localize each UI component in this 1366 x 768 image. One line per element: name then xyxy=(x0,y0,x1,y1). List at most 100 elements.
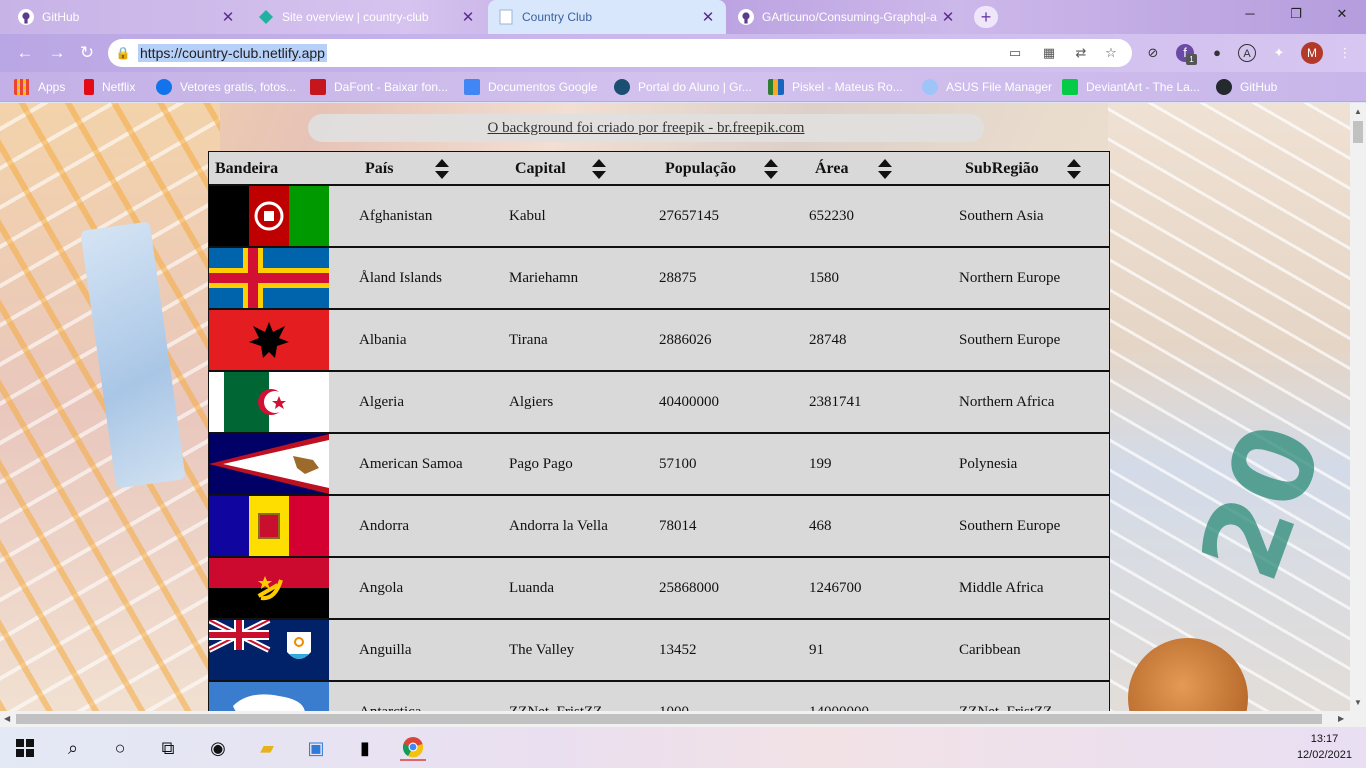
table-row: Angola Luanda 25868000 1246700 Middle Africa xyxy=(209,558,1109,620)
freepik-icon xyxy=(156,79,172,95)
tab-garticuno-repo[interactable]: GArticuno/Consuming-Graphql-a ✕ xyxy=(728,0,966,34)
cell-capital: Andorra la Vella xyxy=(509,518,608,534)
bookmark-google-docs[interactable]: Documentos Google xyxy=(464,72,597,102)
tab-title: Site overview | country-club xyxy=(282,10,429,24)
bookmark-label: Vetores gratis, fotos... xyxy=(180,80,297,94)
cell-area: 468 xyxy=(809,518,832,534)
control-panel-icon[interactable]: ▣ xyxy=(303,735,329,761)
terminal-icon[interactable]: ▮ xyxy=(352,735,378,761)
sort-icon[interactable] xyxy=(1066,157,1081,181)
portal-icon xyxy=(614,79,630,95)
reload-icon[interactable]: ↻ xyxy=(76,42,98,64)
table-row: Anguilla The Valley 13452 91 Caribbean xyxy=(209,620,1109,682)
extension-badge: 1 xyxy=(1186,54,1197,65)
scroll-right-icon[interactable]: ▶ xyxy=(1338,714,1344,723)
header-area[interactable]: Área xyxy=(815,152,893,186)
close-tab-icon[interactable]: ✕ xyxy=(460,8,476,26)
bookmark-freepik[interactable]: Vetores gratis, fotos... xyxy=(156,72,296,102)
record-extension-icon[interactable]: ● xyxy=(1208,44,1226,62)
cell-capital: The Valley xyxy=(509,642,575,658)
url-text[interactable]: https://country-club.netlify.app xyxy=(138,44,327,62)
bookmark-netflix[interactable]: Netflix xyxy=(84,72,135,102)
cast-icon[interactable]: ▭ xyxy=(1006,45,1024,61)
task-view-icon[interactable]: ⧉ xyxy=(155,735,181,761)
bookmark-apps[interactable]: Apps xyxy=(14,72,65,102)
profile-avatar[interactable]: M xyxy=(1301,42,1323,64)
restore-icon[interactable]: ❐ xyxy=(1286,6,1306,22)
cell-capital: Kabul xyxy=(509,208,546,224)
sort-icon[interactable] xyxy=(435,157,450,181)
scroll-left-icon[interactable]: ◀ xyxy=(4,714,10,723)
cell-subregion: Northern Africa xyxy=(959,394,1055,410)
cell-subregion: ZZNet_FristZZ xyxy=(959,682,1052,711)
menu-kebab-icon[interactable]: ⋮ xyxy=(1336,44,1354,62)
media-player-icon[interactable]: ◉ xyxy=(205,735,231,761)
bookmark-label: DeviantArt - The La... xyxy=(1086,80,1200,94)
vertical-scroll-thumb[interactable] xyxy=(1353,121,1363,143)
vertical-scrollbar[interactable]: ▲ ▼ xyxy=(1350,103,1366,711)
sort-icon[interactable] xyxy=(764,157,779,181)
header-populacao[interactable]: População xyxy=(665,152,779,186)
dafont-icon xyxy=(310,79,326,95)
github-icon xyxy=(18,9,34,25)
flag-anguilla xyxy=(209,620,329,680)
forward-icon[interactable]: → xyxy=(46,42,68,64)
back-icon[interactable]: ← xyxy=(14,42,36,64)
scroll-down-icon[interactable]: ▼ xyxy=(1354,698,1362,707)
close-window-icon[interactable]: ✕ xyxy=(1332,6,1352,22)
bookmark-deviantart[interactable]: DeviantArt - The La... xyxy=(1062,72,1200,102)
clock-date: 12/02/2021 xyxy=(1296,749,1352,761)
cell-country: Anguilla xyxy=(359,642,412,658)
block-extension-icon[interactable]: ⊘ xyxy=(1144,44,1162,62)
header-pais[interactable]: País xyxy=(365,152,450,186)
file-explorer-icon[interactable]: ▰ xyxy=(254,735,280,761)
close-tab-icon[interactable]: ✕ xyxy=(220,8,236,26)
bookmark-piskel[interactable]: Piskel - Mateus Ro... xyxy=(768,72,903,102)
bookmark-portal-aluno[interactable]: Portal do Aluno | Gr... xyxy=(614,72,752,102)
flag-angola xyxy=(209,558,329,618)
windows-start-icon[interactable] xyxy=(12,735,38,761)
minimize-icon[interactable]: ─ xyxy=(1240,6,1260,21)
sort-icon[interactable] xyxy=(878,157,893,181)
search-icon[interactable]: ⌕ xyxy=(60,735,86,761)
scroll-up-icon[interactable]: ▲ xyxy=(1354,107,1362,116)
bookmark-star-icon[interactable]: ☆ xyxy=(1102,45,1120,61)
bookmark-dafont[interactable]: DaFont - Baixar fon... xyxy=(310,72,448,102)
horizontal-scrollbar[interactable]: ◀ ▶ xyxy=(0,711,1366,727)
address-bar[interactable]: 🔒 https://country-club.netlify.app ▭ ▦ ⇄… xyxy=(108,39,1132,67)
system-clock[interactable]: 13:17 12/02/2021 xyxy=(1297,731,1352,763)
tab-github[interactable]: GitHub ✕ xyxy=(8,0,246,34)
flag-algeria xyxy=(209,372,329,432)
bookmark-asus-file-manager[interactable]: ASUS File Manager xyxy=(922,72,1052,102)
cell-population: 25868000 xyxy=(659,580,719,596)
extensions-puzzle-icon[interactable]: ✦ xyxy=(1270,44,1288,62)
header-capital[interactable]: Capital xyxy=(515,152,606,186)
close-tab-icon[interactable]: ✕ xyxy=(700,8,716,26)
new-tab-button[interactable]: + xyxy=(974,6,998,28)
piskel-icon xyxy=(768,79,784,95)
cell-population: 1000 xyxy=(659,682,689,711)
sort-icon[interactable] xyxy=(591,157,606,181)
header-subregiao[interactable]: SubRegião xyxy=(965,152,1081,186)
column-label: SubRegião xyxy=(965,160,1039,177)
tab-country-club[interactable]: Country Club ✕ xyxy=(488,0,726,34)
lock-icon: 🔒 xyxy=(115,46,131,60)
cortana-icon[interactable]: ○ xyxy=(107,735,133,761)
bookmark-label: Documentos Google xyxy=(488,80,598,94)
translate-icon[interactable]: ⇄ xyxy=(1072,45,1090,61)
qr-code-icon[interactable]: ▦ xyxy=(1040,45,1058,61)
tab-site-overview[interactable]: Site overview | country-club ✕ xyxy=(248,0,486,34)
bookmark-github[interactable]: GitHub xyxy=(1216,72,1277,102)
background-credit-link[interactable]: O background foi criado por freepik - br… xyxy=(308,114,984,142)
flag-albania xyxy=(209,310,329,370)
horizontal-scroll-thumb[interactable] xyxy=(16,714,1322,724)
cell-population: 78014 xyxy=(659,518,697,534)
cell-subregion: Polynesia xyxy=(959,456,1018,472)
close-tab-icon[interactable]: ✕ xyxy=(940,8,956,26)
chrome-icon[interactable] xyxy=(400,735,426,761)
cell-subregion: Northern Europe xyxy=(959,270,1061,286)
bookmark-label: ASUS File Manager xyxy=(946,80,1053,94)
cell-capital: Luanda xyxy=(509,580,554,596)
accessibility-extension-icon[interactable]: A xyxy=(1238,44,1256,62)
cell-area: 1246700 xyxy=(809,580,862,596)
